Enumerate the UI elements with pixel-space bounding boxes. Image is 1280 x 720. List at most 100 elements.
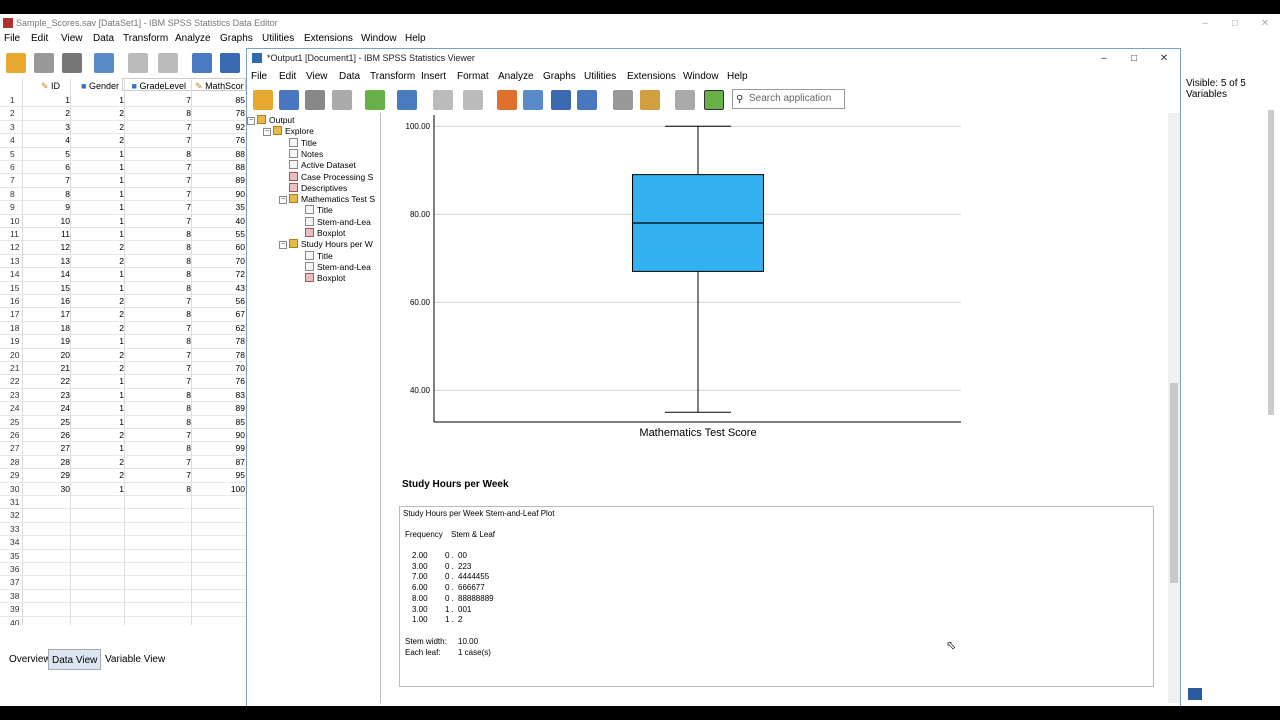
- row-number[interactable]: 13: [0, 255, 22, 268]
- row-number[interactable]: 14: [0, 268, 22, 281]
- table-cell[interactable]: 43: [205, 282, 245, 295]
- table-row[interactable]: 40: [0, 617, 246, 625]
- insert-new-icon[interactable]: [704, 90, 724, 110]
- table-row[interactable]: 28 28 2 7 87: [0, 456, 246, 470]
- table-cell[interactable]: 25: [30, 416, 70, 429]
- table-cell[interactable]: 30: [30, 483, 70, 496]
- table-row[interactable]: 27 27 1 8 99: [0, 442, 246, 456]
- outline-item[interactable]: Stem-and-Lea: [305, 261, 371, 273]
- outline-item[interactable]: Study Hours per W: [289, 239, 373, 250]
- table-cell[interactable]: 7: [151, 174, 191, 187]
- table-cell[interactable]: 7: [151, 375, 191, 388]
- table-cell[interactable]: 8: [151, 148, 191, 161]
- editor-menu-item[interactable]: Graphs: [220, 33, 253, 44]
- table-cell[interactable]: 19: [30, 335, 70, 348]
- row-number[interactable]: 29: [0, 469, 22, 482]
- print-preview-icon[interactable]: [332, 90, 352, 110]
- viewer-menu-item[interactable]: Edit: [279, 71, 296, 82]
- table-cell[interactable]: 90: [205, 429, 245, 442]
- table-row[interactable]: 11 11 1 8 55: [0, 228, 246, 242]
- table-cell[interactable]: 83: [205, 389, 245, 402]
- table-cell[interactable]: 24: [30, 402, 70, 415]
- table-cell[interactable]: 18: [30, 322, 70, 335]
- row-number[interactable]: 7: [0, 174, 22, 187]
- row-number[interactable]: 1: [0, 94, 22, 107]
- table-cell[interactable]: 7: [151, 161, 191, 174]
- table-cell[interactable]: 2: [84, 429, 124, 442]
- table-cell[interactable]: 8: [151, 416, 191, 429]
- table-cell[interactable]: 1: [84, 174, 124, 187]
- table-cell[interactable]: 23: [30, 389, 70, 402]
- table-row[interactable]: 4 4 2 7 76: [0, 134, 246, 148]
- table-cell[interactable]: 21: [30, 362, 70, 375]
- table-row[interactable]: 9 9 1 7 35: [0, 201, 246, 215]
- expand-collapse-icon[interactable]: −: [247, 117, 255, 125]
- table-cell[interactable]: 1: [30, 94, 70, 107]
- table-cell[interactable]: 8: [151, 282, 191, 295]
- goto-case-icon[interactable]: [192, 53, 212, 73]
- table-cell[interactable]: 95: [205, 469, 245, 482]
- editor-menu-item[interactable]: Utilities: [262, 33, 294, 44]
- table-cell[interactable]: 12: [30, 241, 70, 254]
- viewer-maximize-icon[interactable]: □: [1119, 49, 1149, 68]
- row-number[interactable]: 4: [0, 134, 22, 147]
- table-cell[interactable]: 8: [151, 255, 191, 268]
- table-cell[interactable]: 89: [205, 174, 245, 187]
- table-row[interactable]: 32: [0, 509, 246, 523]
- row-number[interactable]: 32: [0, 509, 22, 522]
- table-cell[interactable]: 8: [151, 335, 191, 348]
- table-cell[interactable]: 26: [30, 429, 70, 442]
- row-number[interactable]: 37: [0, 576, 22, 589]
- editor-menu-item[interactable]: View: [61, 33, 83, 44]
- column-header-gradelevel[interactable]: ■ GradeLevel: [128, 78, 186, 94]
- table-cell[interactable]: 1: [84, 161, 124, 174]
- table-cell[interactable]: 70: [205, 255, 245, 268]
- table-cell[interactable]: 8: [151, 308, 191, 321]
- content-vertical-scrollbar[interactable]: [1168, 113, 1180, 703]
- save-icon[interactable]: [34, 53, 54, 73]
- outline-item[interactable]: Descriptives: [289, 182, 347, 194]
- table-cell[interactable]: 2: [84, 295, 124, 308]
- tab-overview[interactable]: Overview: [6, 649, 54, 670]
- editor-vertical-scrollbar[interactable]: [1265, 110, 1275, 640]
- viewer-menu-item[interactable]: Graphs: [543, 71, 576, 82]
- row-number[interactable]: 10: [0, 215, 22, 228]
- viewer-menu-item[interactable]: Window: [683, 71, 719, 82]
- editor-menu-item[interactable]: Transform: [123, 33, 168, 44]
- table-row[interactable]: 23 23 1 8 83: [0, 389, 246, 403]
- table-cell[interactable]: 3: [30, 121, 70, 134]
- table-cell[interactable]: 2: [84, 362, 124, 375]
- tab-variable-view[interactable]: Variable View: [102, 649, 168, 670]
- variables-icon[interactable]: [577, 90, 597, 110]
- table-cell[interactable]: 2: [84, 107, 124, 120]
- editor-menu-item[interactable]: Extensions: [304, 33, 353, 44]
- table-cell[interactable]: 7: [151, 215, 191, 228]
- expand-collapse-icon[interactable]: −: [279, 241, 287, 250]
- viewer-menu-item[interactable]: Analyze: [498, 71, 534, 82]
- table-cell[interactable]: 8: [30, 188, 70, 201]
- table-row[interactable]: 19 19 1 8 78: [0, 335, 246, 349]
- table-cell[interactable]: 7: [151, 201, 191, 214]
- table-cell[interactable]: 2: [84, 134, 124, 147]
- table-cell[interactable]: 5: [30, 148, 70, 161]
- table-cell[interactable]: 7: [151, 349, 191, 362]
- row-number[interactable]: 24: [0, 402, 22, 415]
- goto-variable-icon[interactable]: [551, 90, 571, 110]
- row-number[interactable]: 15: [0, 282, 22, 295]
- table-row[interactable]: 8 8 1 7 90: [0, 188, 246, 202]
- row-number[interactable]: 27: [0, 442, 22, 455]
- table-cell[interactable]: 7: [151, 121, 191, 134]
- table-row[interactable]: 1 1 1 7 85: [0, 94, 246, 108]
- dialog-recall-icon[interactable]: [94, 53, 114, 73]
- outline-item[interactable]: Title: [289, 137, 317, 149]
- viewer-menu-item[interactable]: Help: [727, 71, 748, 82]
- table-cell[interactable]: 8: [151, 268, 191, 281]
- table-row[interactable]: 16 16 2 7 56: [0, 295, 246, 309]
- table-cell[interactable]: 1: [84, 94, 124, 107]
- table-row[interactable]: 22 22 1 7 76: [0, 375, 246, 389]
- table-row[interactable]: 14 14 1 8 72: [0, 268, 246, 282]
- table-row[interactable]: 10 10 1 7 40: [0, 215, 246, 228]
- table-row[interactable]: 34: [0, 536, 246, 550]
- outline-item[interactable]: Boxplot: [305, 273, 345, 284]
- viewer-menu-item[interactable]: Format: [457, 71, 489, 82]
